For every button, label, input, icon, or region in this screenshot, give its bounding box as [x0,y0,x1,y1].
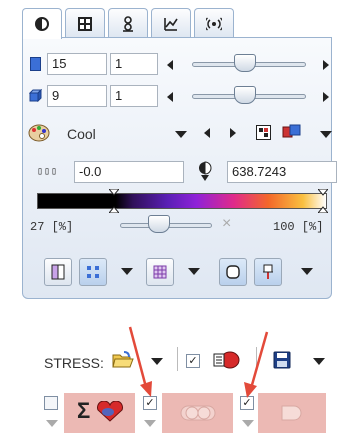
save-dropdown-icon[interactable] [313,358,325,365]
image2-slider-thumb[interactable] [234,86,256,104]
image1-value-b-field[interactable]: 1 [110,53,158,75]
sigma-icon: Σ [77,398,91,423]
image1-value-a-field[interactable]: 15 [47,53,107,75]
signal-icon [206,17,222,30]
colormap-bar[interactable] [37,193,327,209]
image2-value-b-field[interactable]: 1 [110,85,158,107]
checker-icon[interactable] [256,125,271,140]
half-fill-icon [51,264,65,280]
pin-button[interactable] [254,258,282,286]
toggle-pill-icon [180,405,216,421]
tab-signal[interactable] [194,8,234,38]
threshold-high-label: 100 [%] [273,220,324,234]
grid-overlay-button[interactable] [146,258,174,286]
dots-grid-icon [87,266,99,278]
shape-button[interactable] [219,258,247,286]
stress-show-checkbox[interactable]: ✓ [186,354,200,368]
tab-curves[interactable] [151,8,191,38]
tag-shape-icon [281,405,302,421]
fusion-icon [123,15,133,32]
tab-fusion[interactable] [108,8,148,38]
stress-label: STRESS: [44,355,104,371]
row-dropdown-1-icon[interactable] [46,420,58,427]
range-max-field[interactable]: 638.7243 [227,161,337,183]
color-settings-icon[interactable] [282,124,302,140]
image1-next-icon[interactable] [323,60,329,70]
dots-layout-dropdown-icon[interactable] [121,268,133,275]
rounded-square-icon [226,265,240,279]
tab-contrast[interactable] [22,8,62,39]
colorbar-high-marker[interactable] [318,189,328,213]
row-checkbox-1[interactable] [44,396,58,410]
hatch-grid-icon [153,265,167,279]
dots-layout-button[interactable] [79,258,107,286]
tab-bar [22,8,332,39]
range-min-field[interactable]: -0.0 [74,161,184,183]
save-disk-icon[interactable] [273,351,291,369]
image1-prev-icon[interactable] [167,60,173,70]
colormap-label: Cool [67,126,96,142]
row-dropdown-3-icon[interactable] [242,420,254,427]
image2-next-icon[interactable] [323,92,329,102]
tab-layout[interactable] [65,8,105,38]
pin-dropdown-icon[interactable] [301,268,313,275]
threshold-low-label: 27 [%] [30,220,74,234]
annotation-arrow-right [244,331,269,398]
image-cube-icon [29,89,42,102]
annotation-arrow-left [128,326,152,397]
colorbar-low-marker[interactable] [109,189,119,213]
toolbar-divider [177,347,178,371]
colormap-next-icon[interactable] [230,128,236,138]
image2-value-a-field[interactable]: 9 [47,85,107,107]
grid-icon [78,16,92,31]
image2-prev-icon[interactable] [167,92,173,102]
threshold-slider-thumb[interactable] [148,215,170,233]
threshold-close-icon[interactable]: × [222,215,231,233]
colormap-prev-icon[interactable] [204,128,210,138]
heart-overlay-icon [97,401,123,422]
row-dropdown-2-icon[interactable] [144,420,156,427]
range-max-icon [199,161,212,181]
display-mode-button[interactable] [44,258,72,286]
image-square-icon [30,57,41,71]
colormap-dropdown-icon[interactable] [175,131,187,138]
grid-overlay-dropdown-icon[interactable] [188,268,200,275]
pin-icon [263,264,273,279]
color-settings-dropdown-icon[interactable] [320,131,332,138]
range-min-icon: ▯▯▯ [37,167,59,178]
display-overlay-icon[interactable] [212,349,240,371]
palette-icon[interactable] [28,124,50,142]
image1-slider-thumb[interactable] [234,54,256,72]
contrast-icon [35,17,49,31]
curve-icon [164,17,178,31]
